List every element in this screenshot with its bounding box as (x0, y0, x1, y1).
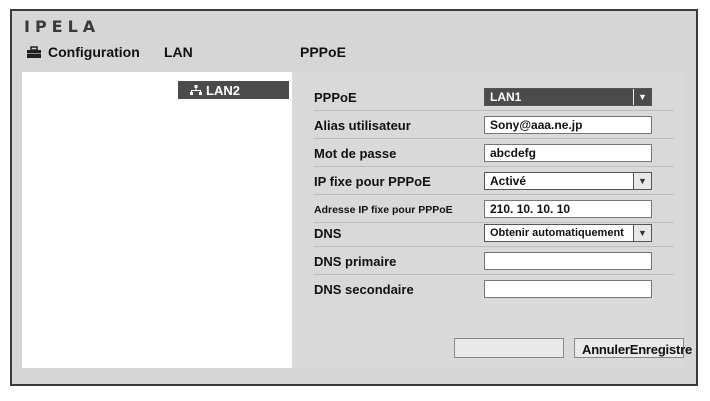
button-labels: AnnulerEnregistre (582, 342, 692, 357)
submenu-item-label: LAN2 (206, 82, 240, 98)
row-primary-dns: DNS primaire (314, 250, 674, 275)
row-dns: DNS Obtenir automatiquement ▼ (314, 222, 674, 247)
dns-select-value: Obtenir automatiquement (490, 227, 624, 239)
row-fixed-ip: IP fixe pour PPPoE Activé ▼ (314, 170, 674, 195)
row-pppoe: PPPoE LAN1 ▼ (314, 86, 674, 111)
password-input[interactable]: abcdefg (484, 144, 652, 162)
dns-label: DNS (314, 226, 342, 241)
row-secondary-dns: DNS secondaire (314, 278, 674, 302)
password-label: Mot de passe (314, 146, 397, 161)
secondary-dns-label: DNS secondaire (314, 282, 414, 297)
configuration-breadcrumb[interactable]: Configuration (26, 44, 140, 60)
user-alias-label: Alias utilisateur (314, 118, 411, 133)
section-title: LAN (164, 44, 193, 60)
left-menu-panel (22, 72, 173, 368)
cancel-button[interactable] (454, 338, 564, 358)
row-user-alias: Alias utilisateur Sony@aaa.ne.jp (314, 114, 674, 139)
dns-select[interactable]: Obtenir automatiquement ▼ (484, 224, 652, 242)
pppoe-settings-panel: PPPoE LAN1 ▼ Alias utilisateur Sony@aaa.… (292, 72, 684, 368)
row-fixed-ip-address: Adresse IP fixe pour PPPoE 210. 10. 10. … (314, 198, 674, 223)
network-icon (190, 85, 202, 95)
pppoe-select-value: LAN1 (490, 90, 522, 104)
content-area: LAN2 PPPoE LAN1 ▼ Alias utilisateur Sony… (22, 72, 684, 368)
primary-dns-input[interactable] (484, 252, 652, 270)
subsection-title: PPPoE (300, 44, 346, 60)
secondary-dns-input[interactable] (484, 280, 652, 298)
chevron-down-icon: ▼ (633, 89, 651, 105)
fixed-ip-select[interactable]: Activé ▼ (484, 172, 652, 190)
user-alias-input[interactable]: Sony@aaa.ne.jp (484, 116, 652, 134)
fixed-ip-address-label: Adresse IP fixe pour PPPoE (314, 204, 453, 216)
fixed-ip-address-input[interactable]: 210. 10. 10. 10 (484, 200, 652, 218)
ipela-logo: IPELA (24, 17, 101, 36)
primary-dns-label: DNS primaire (314, 254, 397, 269)
pppoe-select[interactable]: LAN1 ▼ (484, 88, 652, 106)
save-button-label: Enregistre (629, 342, 693, 357)
submenu-item-lan2[interactable]: LAN2 (178, 81, 289, 99)
pppoe-label: PPPoE (314, 90, 357, 105)
configuration-label: Configuration (48, 44, 140, 60)
submenu-panel: LAN2 (172, 72, 293, 368)
chevron-down-icon: ▼ (633, 173, 651, 189)
fixed-ip-select-value: Activé (490, 174, 527, 188)
toolbox-icon (27, 45, 41, 58)
fixed-ip-label: IP fixe pour PPPoE (314, 174, 431, 189)
chevron-down-icon: ▼ (633, 225, 651, 241)
row-password: Mot de passe abcdefg (314, 142, 674, 167)
cancel-button-label: Annuler (582, 342, 630, 357)
